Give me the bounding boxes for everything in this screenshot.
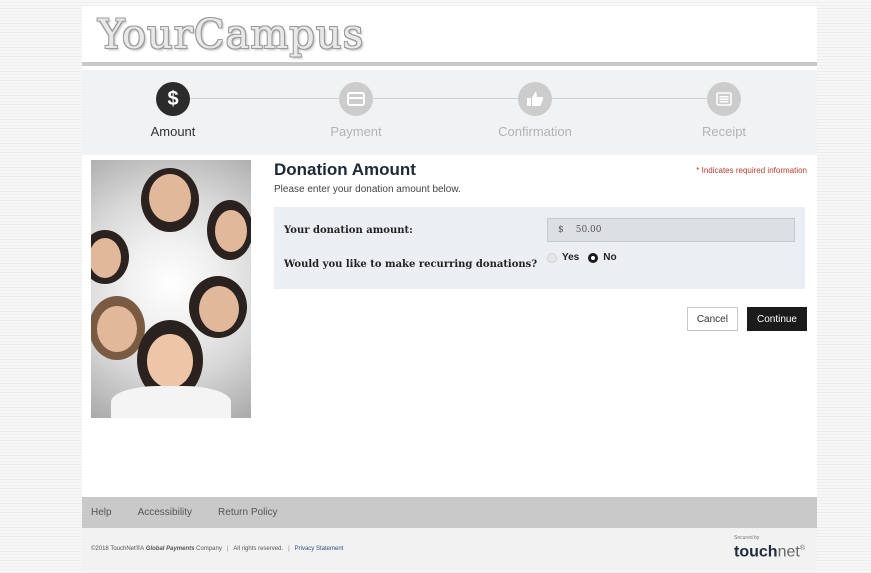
form-panel: Your donation amount: $ 50.00 Would you … [274,207,805,289]
radio-no[interactable] [588,252,599,263]
recurring-radio-group: Yes No [547,252,626,263]
footer: ©2018 TouchNet®A Global Payments Company… [82,528,817,569]
step-label: Amount [150,124,196,139]
radio-yes-label[interactable]: Yes [562,252,579,263]
amount-label: Your donation amount: [284,225,413,236]
face [91,230,129,284]
help-link[interactable]: Help [91,507,112,518]
radio-no-label[interactable]: No [603,252,616,263]
currency-symbol: $ [558,225,564,235]
cancel-button[interactable]: Cancel [686,307,738,331]
radio-yes[interactable] [547,252,557,263]
recurring-label: Would you like to make recurring donatio… [284,259,538,270]
amount-value: 50.00 [575,225,602,235]
step-amount: $ Amount [108,82,238,139]
face [141,168,199,232]
students-photo [91,160,251,418]
return-policy-link[interactable]: Return Policy [218,507,277,518]
amount-input[interactable]: $ 50.00 [547,218,795,242]
step-payment: Payment [291,82,421,139]
credit-card-icon [339,82,373,116]
shirt [111,386,231,418]
dollar-icon: $ [156,82,190,116]
brand-name: touchnet® [734,543,805,561]
touchnet-logo: Secured by touchnet® [734,535,805,560]
step-label: Receipt [701,124,747,139]
accessibility-link[interactable]: Accessibility [138,507,192,518]
form-actions: Cancel Continue [686,307,807,331]
footer-nav: Help Accessibility Return Policy [82,497,817,528]
list-icon [707,82,741,116]
thumbs-up-icon [518,82,552,116]
step-label: Confirmation [498,124,572,139]
page-container: YourCampus $ Amount Payment Confirmation… [82,6,817,569]
divider: | [288,545,290,552]
step-receipt: Receipt [659,82,789,139]
header: YourCampus [82,6,817,66]
step-label: Payment [330,124,382,139]
copyright-text: ©2018 TouchNet®A [91,545,145,552]
company-name: Global Payments [145,545,195,552]
rights-text: All rights reserved. [233,545,284,552]
progress-steps: $ Amount Payment Confirmation Receipt [82,70,817,155]
face [207,200,251,260]
required-note: * Indicates required information [696,166,807,175]
privacy-statement-link[interactable]: Privacy Statement [295,546,344,552]
company-suffix: Company [196,545,222,552]
face [189,276,247,338]
divider: | [226,545,229,552]
donation-form: Donation Amount Please enter your donati… [274,160,807,331]
page-subtitle: Please enter your donation amount below. [274,184,461,195]
continue-button[interactable]: Continue [746,307,807,331]
site-logo[interactable]: YourCampus [98,12,364,58]
step-confirmation: Confirmation [470,82,600,139]
